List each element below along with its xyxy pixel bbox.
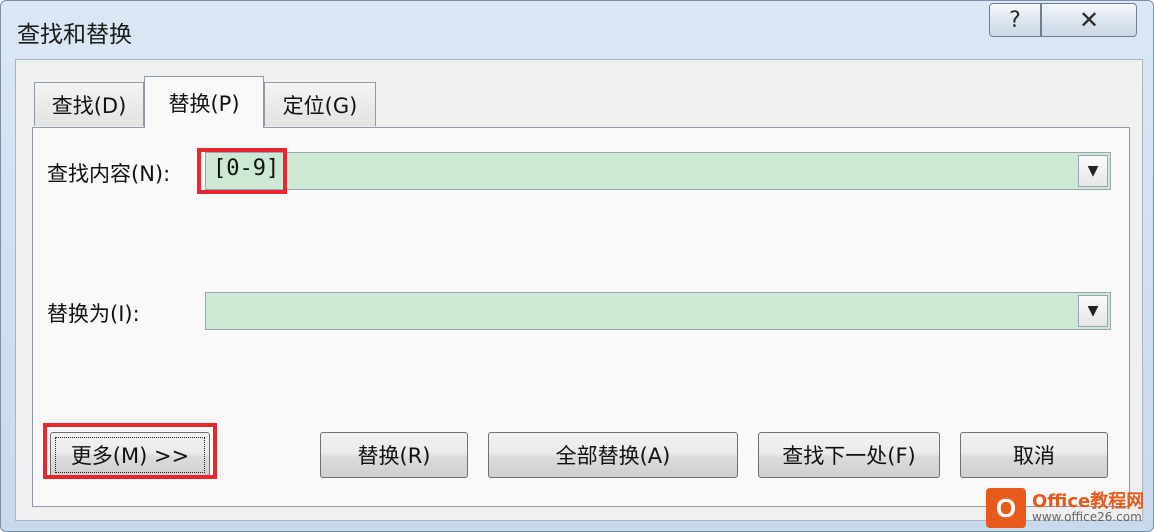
find-what-input[interactable]: [0-9] ▼ xyxy=(205,152,1111,190)
cancel-button[interactable]: 取消 xyxy=(960,432,1108,478)
help-button[interactable]: ? xyxy=(989,3,1041,37)
replace-all-button[interactable]: 全部替换(A) xyxy=(488,432,738,478)
close-button[interactable]: ✕ xyxy=(1041,3,1137,37)
replace-with-dropdown[interactable]: ▼ xyxy=(1078,295,1108,327)
tab-replace[interactable]: 替换(P) xyxy=(144,76,264,128)
replace-with-label: 替换为(I): xyxy=(47,302,140,326)
tab-goto[interactable]: 定位(G) xyxy=(264,82,376,126)
title-bar: 查找和替换 ? ✕ xyxy=(1,1,1153,59)
office-logo-icon: O xyxy=(986,488,1026,528)
find-value-highlight xyxy=(197,148,287,194)
watermark-logo: O Office教程网 www.office26.com xyxy=(986,485,1153,531)
watermark-brand: Office教程网 xyxy=(1032,490,1145,512)
find-what-label: 查找内容(N): xyxy=(47,162,171,186)
chevron-down-icon: ▼ xyxy=(1087,163,1099,179)
close-icon: ✕ xyxy=(1078,6,1100,34)
chevron-down-icon: ▼ xyxy=(1087,303,1099,319)
tab-find[interactable]: 查找(D) xyxy=(34,82,144,126)
help-icon: ? xyxy=(1009,7,1021,33)
find-what-dropdown[interactable]: ▼ xyxy=(1078,155,1108,187)
more-button-highlight xyxy=(43,423,217,479)
find-next-button[interactable]: 查找下一处(F) xyxy=(758,432,940,478)
replace-with-input[interactable]: ▼ xyxy=(205,292,1111,330)
replace-button[interactable]: 替换(R) xyxy=(320,432,468,478)
watermark-url: www.office26.com xyxy=(1032,510,1142,525)
find-replace-dialog: 查找和替换 ? ✕ 查找(D) 替换(P) 定位(G) 查找内容(N): [0-… xyxy=(0,0,1154,532)
dialog-title: 查找和替换 xyxy=(17,22,132,48)
